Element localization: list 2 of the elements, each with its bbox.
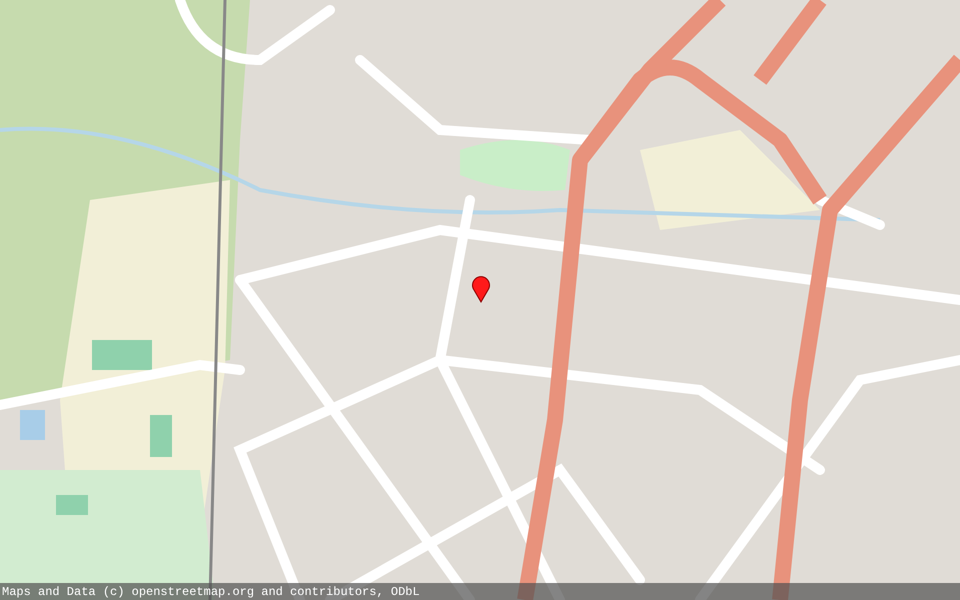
attribution-text: Maps and Data (c) openstreetmap.org and contributors, ODbL: [2, 586, 420, 598]
map-pin-icon[interactable]: [471, 275, 491, 303]
